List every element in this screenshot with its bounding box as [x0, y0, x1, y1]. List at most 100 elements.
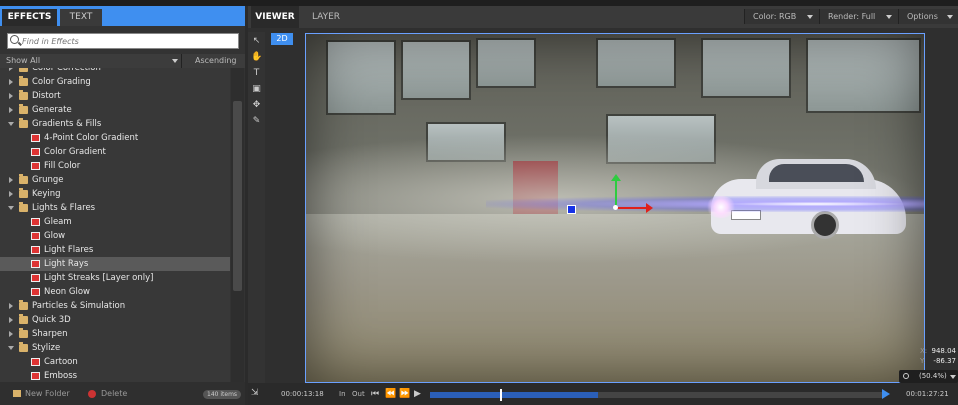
effect-category-row[interactable]: Generate [0, 103, 230, 117]
effect-category-row[interactable]: Lights & Flares [0, 201, 230, 215]
zoom-dropdown[interactable]: (50.4%) [899, 370, 958, 383]
tree-item-label: Color Gradient [44, 147, 106, 157]
new-folder-icon[interactable] [13, 390, 21, 397]
timeline-work-area[interactable] [430, 392, 598, 398]
y-axis-handle[interactable] [615, 180, 617, 208]
effect-item-row[interactable]: Fill Color [0, 159, 230, 173]
effects-scrollbar-thumb[interactable] [233, 101, 242, 291]
effect-category-row[interactable]: Color Correction [0, 68, 230, 75]
tab-effects[interactable]: EFFECTS [2, 9, 57, 26]
tree-item-label: Keying [32, 189, 61, 199]
play-button[interactable] [882, 389, 890, 399]
crop-tool-icon[interactable]: ▣ [251, 84, 262, 95]
effect-item-row[interactable]: Emboss [0, 369, 230, 382]
render-mode-dropdown[interactable]: Render: Full [819, 9, 898, 24]
folder-icon [19, 90, 28, 100]
chevron-down-icon[interactable] [172, 59, 178, 63]
tree-item-label: Gradients & Fills [32, 119, 102, 129]
expand-arrow-closed-icon[interactable] [9, 79, 13, 85]
effect-icon [31, 372, 40, 380]
anchor-point-handle[interactable] [567, 205, 576, 214]
effect-item-row[interactable]: Light Flares [0, 243, 230, 257]
viewer-panel: VIEWER LAYER Color: RGB Render: Full Opt… [248, 6, 958, 405]
x-axis-arrow-icon[interactable] [646, 203, 653, 213]
step-forward-icon[interactable]: ⏩ [399, 383, 410, 405]
timeline-playhead[interactable] [500, 389, 503, 401]
effect-item-row[interactable]: Neon Glow [0, 285, 230, 299]
effect-category-row[interactable]: Particles & Simulation [0, 299, 230, 313]
effect-category-row[interactable]: Sharpen [0, 327, 230, 341]
play-icon[interactable]: ▶ [414, 383, 421, 405]
new-folder-button[interactable]: New Folder [25, 382, 70, 405]
effect-category-row[interactable]: Keying [0, 187, 230, 201]
go-to-start-icon[interactable]: ⏮ [371, 383, 379, 405]
effect-icon [31, 232, 40, 240]
tab-viewer[interactable]: VIEWER [251, 6, 299, 28]
effect-icon [31, 358, 40, 366]
expand-arrow-open-icon[interactable] [8, 206, 14, 210]
expand-arrow-closed-icon[interactable] [9, 331, 13, 337]
y-value: -86.37 [933, 357, 956, 365]
expand-arrow-closed-icon[interactable] [9, 317, 13, 323]
tree-item-label: Stylize [32, 343, 61, 353]
arrow-tool-icon[interactable]: ↖ [251, 36, 262, 47]
set-out-button[interactable]: Out [352, 383, 365, 405]
expand-arrow-closed-icon[interactable] [9, 107, 13, 113]
set-in-button[interactable]: In [339, 383, 346, 405]
effect-icon [31, 218, 40, 226]
y-axis-arrow-icon[interactable] [611, 174, 621, 181]
y-label: Y: [920, 357, 926, 365]
hand-tool-icon[interactable]: ✋ [251, 52, 262, 63]
options-dropdown[interactable]: Options [898, 9, 958, 24]
transform-gizmo-center[interactable] [613, 205, 618, 210]
text-tool-icon[interactable]: T [251, 68, 262, 79]
pen-tool-icon[interactable]: ✎ [251, 116, 262, 127]
effect-item-row[interactable]: Glow [0, 229, 230, 243]
search-icon [10, 35, 19, 44]
expand-arrow-closed-icon[interactable] [9, 177, 13, 183]
folder-icon [19, 118, 28, 128]
effect-category-row[interactable]: Distort [0, 89, 230, 103]
effect-item-row[interactable]: 4-Point Color Gradient [0, 131, 230, 145]
view-mode-2d-badge[interactable]: 2D [271, 33, 293, 45]
step-back-icon[interactable]: ⏪ [385, 383, 396, 405]
effects-panel-tabbar: EFFECTS TEXT [0, 6, 245, 26]
delete-icon[interactable] [88, 390, 96, 398]
folder-icon [19, 76, 28, 86]
sort-order-button[interactable]: Ascending [195, 54, 236, 68]
viewer-canvas[interactable] [305, 33, 925, 383]
effect-category-row[interactable]: Grunge [0, 173, 230, 187]
effect-category-row[interactable]: Stylize [0, 341, 230, 355]
expand-arrow-closed-icon[interactable] [9, 191, 13, 197]
folder-icon [19, 104, 28, 114]
expand-arrow-open-icon[interactable] [8, 122, 14, 126]
effect-category-row[interactable]: Gradients & Fills [0, 117, 230, 131]
tab-text[interactable]: TEXT [60, 9, 102, 26]
expand-arrow-closed-icon[interactable] [9, 303, 13, 309]
snap-icon[interactable]: ⇲ [251, 389, 260, 398]
effects-search-input[interactable] [22, 34, 232, 48]
tree-item-label: Glow [44, 231, 66, 241]
effect-item-row[interactable]: Gleam [0, 215, 230, 229]
effect-icon [31, 134, 40, 142]
tab-layer[interactable]: LAYER [302, 6, 350, 28]
expand-arrow-closed-icon[interactable] [9, 68, 13, 71]
tree-item-label: Grunge [32, 175, 64, 185]
effect-item-row[interactable]: Light Streaks [Layer only] [0, 271, 230, 285]
folder-icon [19, 300, 28, 310]
effect-item-row[interactable]: Color Gradient [0, 145, 230, 159]
color-mode-dropdown[interactable]: Color: RGB [744, 9, 819, 24]
effect-item-row[interactable]: Cartoon [0, 355, 230, 369]
delete-button[interactable]: Delete [101, 382, 127, 405]
x-axis-handle[interactable] [616, 207, 648, 209]
effects-search-box[interactable] [7, 33, 239, 49]
chevron-down-icon [950, 375, 956, 379]
expand-arrow-open-icon[interactable] [8, 346, 14, 350]
effect-category-row[interactable]: Quick 3D [0, 313, 230, 327]
effect-item-row[interactable]: Light Rays [0, 257, 230, 271]
expand-arrow-closed-icon[interactable] [9, 93, 13, 99]
move-tool-icon[interactable]: ✥ [251, 100, 262, 111]
folder-icon [19, 342, 28, 352]
effect-category-row[interactable]: Color Grading [0, 75, 230, 89]
show-all-dropdown[interactable]: Show All [6, 54, 40, 68]
